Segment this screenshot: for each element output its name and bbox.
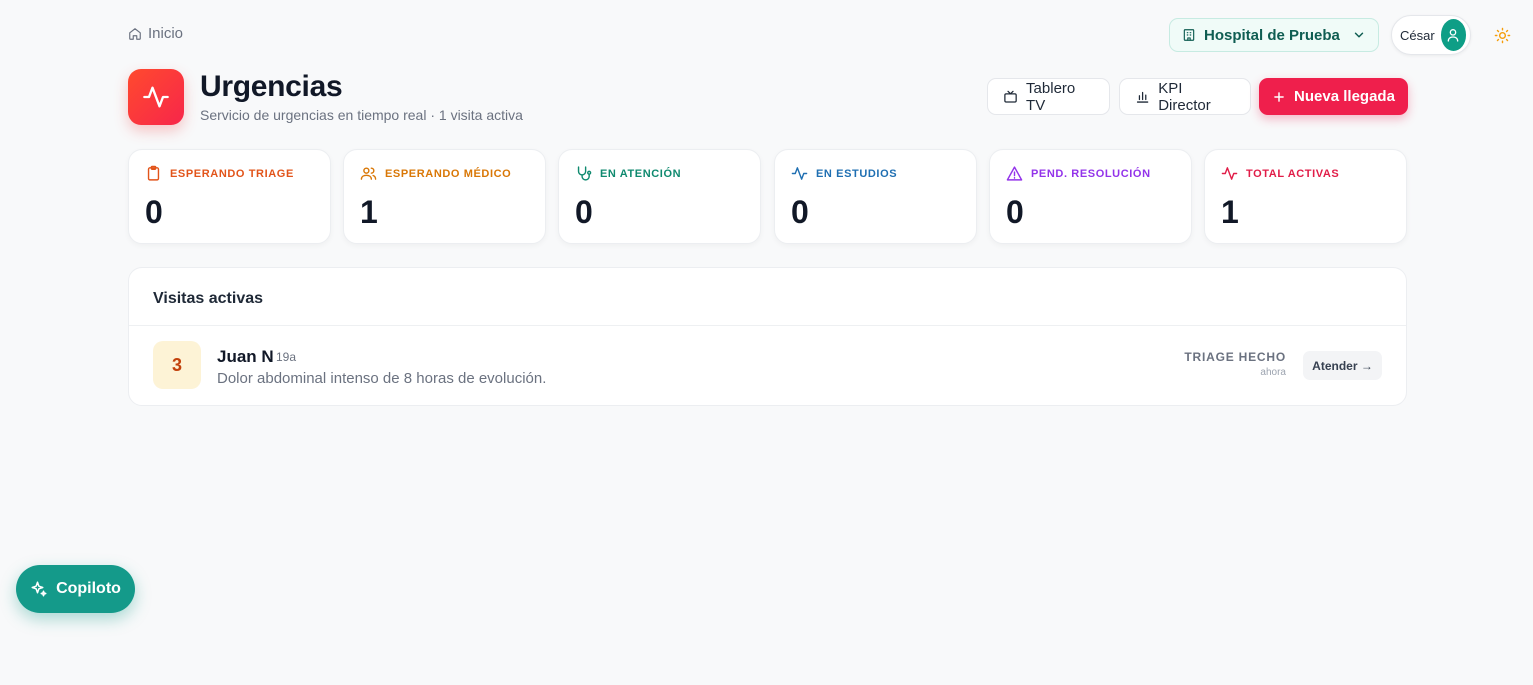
users-icon — [360, 167, 377, 180]
stat-label: ESPERANDO MÉDICO — [385, 167, 512, 180]
hospital-select-label: Hospital de Prueba ... — [1204, 26, 1344, 44]
bar-chart-icon — [1136, 91, 1149, 103]
stat-head: ESPERANDO TRIAGE — [145, 165, 314, 182]
status-label: TRIAGE HECHO — [1184, 350, 1286, 364]
chief-complaint: Dolor abdominal intenso de 8 horas de ev… — [217, 370, 547, 387]
kpi-director-button[interactable]: KPI Director — [1119, 78, 1251, 115]
copilot-button[interactable]: Copiloto — [16, 565, 135, 613]
clipboard-icon — [147, 165, 160, 181]
stat-head: EN ESTUDIOS — [791, 165, 960, 182]
tv-board-button[interactable]: Tablero TV — [987, 78, 1110, 115]
stat-value: 0 — [145, 194, 163, 230]
stat-label: PEND. RESOLUCIÓN — [1031, 167, 1151, 180]
breadcrumb[interactable]: Inicio — [128, 25, 183, 42]
stethoscope-icon — [577, 166, 592, 181]
stat-head: PEND. RESOLUCIÓN — [1006, 165, 1175, 182]
visit-row[interactable]: 3 Juan N 19a Dolor abdominal intenso de … — [129, 326, 1406, 406]
stat-value: 1 — [360, 194, 378, 230]
building-icon — [1183, 29, 1195, 41]
home-icon — [129, 27, 141, 40]
new-arrival-button-label: Nueva llegada — [1294, 88, 1395, 105]
breadcrumb-label: Inicio — [148, 25, 184, 42]
stat-label: ESPERANDO TRIAGE — [170, 167, 294, 180]
page-subtitle: Servicio de urgencias en tiempo real · 1… — [200, 107, 523, 123]
stat-label: TOTAL ACTIVAS — [1246, 167, 1340, 180]
sun-icon — [1494, 27, 1510, 43]
stat-head: EN ATENCIÓN — [575, 165, 744, 182]
page: Inicio Hospital de Prueba ... César Urge… — [0, 0, 1533, 685]
stat-card-in-care: EN ATENCIÓN 0 — [558, 149, 761, 244]
patient-name: Juan N — [217, 347, 274, 366]
user-icon — [1448, 29, 1459, 42]
app-icon — [128, 69, 184, 125]
plus-icon — [1274, 91, 1284, 102]
triage-level-badge: 3 — [153, 341, 201, 389]
activity-icon — [791, 167, 808, 180]
theme-toggle-button[interactable] — [1489, 22, 1515, 48]
stat-label: EN ATENCIÓN — [600, 167, 682, 180]
kpi-director-button-label: KPI Director — [1158, 79, 1211, 114]
activity-icon — [143, 86, 169, 108]
copilot-label: Copiloto — [56, 580, 121, 597]
panel-title: Visitas activas — [153, 290, 264, 307]
new-arrival-button[interactable]: Nueva llegada — [1259, 78, 1408, 115]
attend-button[interactable]: Atender → — [1303, 351, 1382, 380]
stat-value: 0 — [575, 194, 593, 230]
alert-triangle-icon — [1006, 166, 1023, 181]
stat-card-total-active: TOTAL ACTIVAS 1 — [1204, 149, 1407, 244]
stat-card-waiting-doctor: ESPERANDO MÉDICO 1 — [343, 149, 546, 244]
visit-status: TRIAGE HECHO ahora — [1184, 350, 1286, 378]
page-title: Urgencias — [200, 70, 343, 103]
user-menu[interactable]: César — [1391, 15, 1471, 55]
avatar — [1440, 19, 1466, 51]
stat-card-pending-resolution: PEND. RESOLUCIÓN 0 — [989, 149, 1192, 244]
stat-value: 0 — [1006, 194, 1024, 230]
stat-value: 1 — [1221, 194, 1239, 230]
stat-label: EN ESTUDIOS — [816, 167, 898, 180]
active-visits-panel: Visitas activas 3 Juan N 19a Dolor abdom… — [128, 267, 1407, 406]
tv-icon — [1004, 90, 1017, 103]
stat-card-in-studies: EN ESTUDIOS 0 — [774, 149, 977, 244]
sparkles-icon — [31, 581, 47, 597]
stat-head: ESPERANDO MÉDICO — [360, 165, 529, 182]
status-time: ahora — [1260, 367, 1286, 378]
hospital-select[interactable]: Hospital de Prueba ... — [1169, 18, 1379, 52]
chevron-down-icon — [1354, 32, 1364, 38]
patient-age: 19a — [276, 350, 297, 364]
stat-card-waiting-triage: ESPERANDO TRIAGE 0 — [128, 149, 331, 244]
stat-head: TOTAL ACTIVAS — [1221, 165, 1390, 182]
stat-value: 0 — [791, 194, 809, 230]
activity-icon — [1221, 167, 1238, 180]
user-name: César — [1400, 27, 1435, 43]
tv-board-button-label: Tablero TV — [1026, 79, 1076, 114]
